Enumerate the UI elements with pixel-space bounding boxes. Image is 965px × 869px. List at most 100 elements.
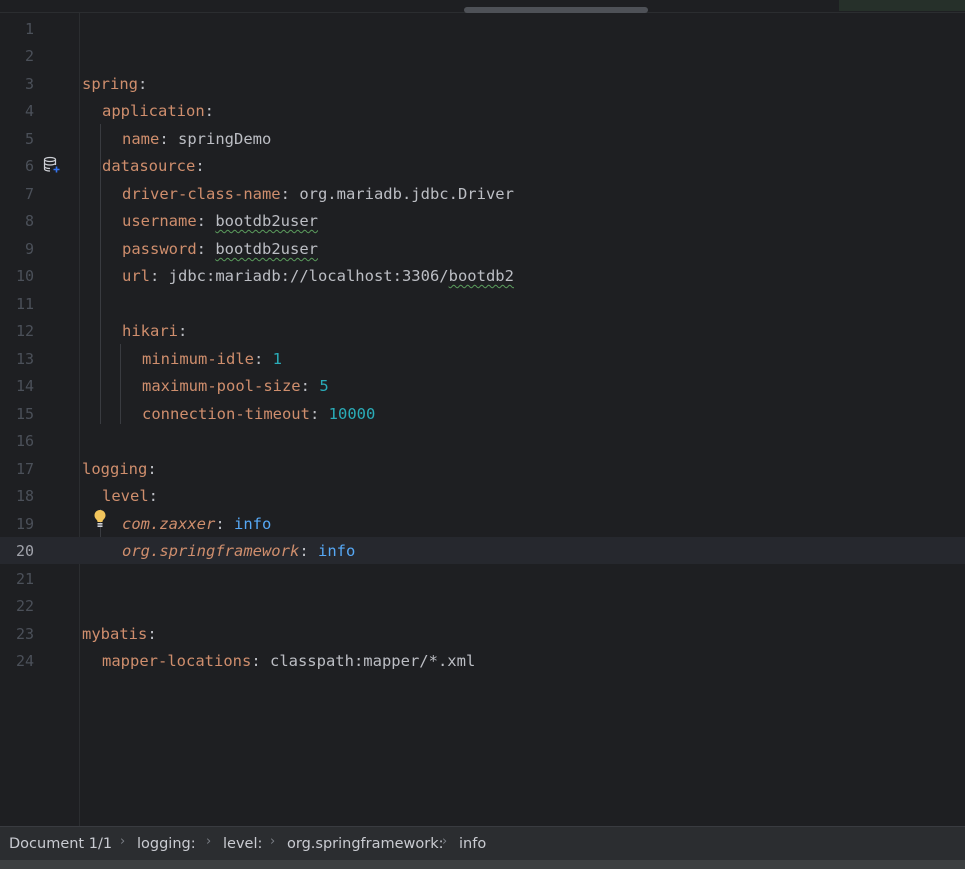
yaml-key: hikari: [122, 322, 178, 340]
breadcrumb: Document 1/1 › logging: › level: › org.s…: [0, 826, 965, 861]
line-number: 1: [24, 20, 34, 38]
yaml-entry: url: jdbc:mariadb://localhost:3306/bootd…: [122, 266, 514, 286]
breadcrumb-logging[interactable]: logging:: [137, 836, 196, 852]
code-line-12[interactable]: 12 hikari:: [0, 317, 965, 344]
breadcrumb-separator-icon: ›: [206, 834, 212, 849]
line-number: 23: [15, 625, 34, 643]
line-number: 3: [24, 75, 34, 93]
yaml-value: jdbc:mariadb://localhost:3306/: [168, 267, 449, 285]
code-line-5[interactable]: 5 name: springDemo: [0, 125, 965, 152]
yaml-colon: :: [251, 652, 270, 670]
breadcrumb-springframework[interactable]: org.springframework:: [287, 836, 444, 852]
yaml-entry: connection-timeout: 10000: [142, 404, 375, 424]
yaml-number: 1: [272, 350, 282, 368]
yaml-key: logging: [82, 460, 148, 478]
line-number: 18: [15, 487, 34, 505]
line-number: 16: [15, 432, 34, 450]
yaml-colon: :: [150, 267, 169, 285]
yaml-value-typo: bootdb2: [448, 267, 514, 285]
breadcrumb-separator-icon: ›: [270, 834, 276, 849]
code-line-21[interactable]: 21: [0, 565, 965, 592]
yaml-entry: datasource:: [102, 156, 205, 176]
yaml-colon: :: [196, 240, 216, 258]
code-line-20-current[interactable]: 20 org.springframework: info: [0, 537, 965, 564]
yaml-colon: :: [138, 75, 148, 93]
yaml-colon: :: [300, 377, 320, 395]
code-line-6[interactable]: 6 datasource:: [0, 152, 965, 179]
code-line-10[interactable]: 10 url: jdbc:mariadb://localhost:3306/bo…: [0, 262, 965, 289]
code-line-23[interactable]: 23 mybatis:: [0, 620, 965, 647]
code-line-7[interactable]: 7 driver-class-name: org.mariadb.jdbc.Dr…: [0, 180, 965, 207]
code-line-3[interactable]: 3 spring:: [0, 70, 965, 97]
yaml-entry: password: bootdb2user: [122, 239, 318, 259]
yaml-value: info: [234, 515, 272, 533]
line-number: 9: [24, 240, 34, 258]
yaml-entry: mybatis:: [82, 624, 157, 644]
code-line-17[interactable]: 17 logging:: [0, 455, 965, 482]
code-line-2[interactable]: 2: [0, 42, 965, 69]
breadcrumb-info[interactable]: info: [459, 836, 486, 852]
line-number: 15: [15, 405, 34, 423]
breadcrumb-separator-icon: ›: [120, 834, 126, 849]
yaml-entry: maximum-pool-size: 5: [142, 376, 329, 396]
bottom-edge: [0, 860, 965, 869]
code-line-14[interactable]: 14 maximum-pool-size: 5: [0, 372, 965, 399]
scroll-marker: [839, 0, 965, 11]
code-line-22[interactable]: 22: [0, 592, 965, 619]
yaml-colon: :: [147, 625, 157, 643]
yaml-colon: :: [195, 157, 205, 175]
yaml-entry: mapper-locations: classpath:mapper/*.xml: [102, 651, 475, 671]
yaml-colon: :: [178, 322, 188, 340]
code-line-13[interactable]: 13 minimum-idle: 1: [0, 345, 965, 372]
code-line-15[interactable]: 15 connection-timeout: 10000: [0, 400, 965, 427]
code-line-19[interactable]: 19 com.zaxxer: info: [0, 510, 965, 537]
line-number: 10: [15, 267, 34, 285]
breadcrumb-level[interactable]: level:: [223, 836, 262, 852]
yaml-value: springDemo: [178, 130, 272, 148]
code-line-4[interactable]: 4 application:: [0, 97, 965, 124]
yaml-value: classpath:mapper/*.xml: [269, 652, 476, 670]
yaml-entry: logging:: [82, 459, 157, 479]
code-line-24[interactable]: 24 mapper-locations: classpath:mapper/*.…: [0, 647, 965, 674]
yaml-key: mybatis: [82, 625, 148, 643]
line-number: 8: [24, 212, 34, 230]
horizontal-scrollbar-thumb[interactable]: [464, 7, 648, 13]
code-line-9[interactable]: 9 password: bootdb2user: [0, 235, 965, 262]
code-line-18[interactable]: 18 level:: [0, 482, 965, 509]
code-line-16[interactable]: 16: [0, 427, 965, 454]
yaml-entry: application:: [102, 101, 214, 121]
line-number: 2: [24, 47, 34, 65]
line-number: 11: [15, 295, 34, 313]
line-number: 19: [15, 515, 34, 533]
yaml-value: org.mariadb.jdbc.Driver: [299, 185, 514, 203]
yaml-colon: :: [159, 130, 178, 148]
yaml-key: com.zaxxer: [122, 515, 216, 533]
yaml-key: spring: [82, 75, 138, 93]
yaml-key: mapper-locations: [102, 652, 252, 670]
yaml-colon: :: [215, 515, 234, 533]
yaml-entry: org.springframework: info: [122, 541, 355, 561]
database-icon[interactable]: [43, 156, 61, 174]
yaml-colon: :: [299, 542, 318, 560]
yaml-entry: spring:: [82, 74, 147, 94]
yaml-key: password: [122, 240, 197, 258]
code-line-8[interactable]: 8 username: bootdb2user: [0, 207, 965, 234]
code-line-1[interactable]: 1: [0, 15, 965, 42]
yaml-colon: :: [309, 405, 329, 423]
code-editor[interactable]: 1 2 3 spring: 4 application: 5 name: spr…: [0, 0, 965, 826]
yaml-key: name: [122, 130, 160, 148]
yaml-colon: :: [148, 487, 159, 505]
yaml-number: 5: [319, 377, 329, 395]
breadcrumb-document[interactable]: Document 1/1: [9, 836, 112, 852]
yaml-colon: :: [204, 102, 214, 120]
lightbulb-icon[interactable]: [92, 509, 108, 529]
yaml-key: maximum-pool-size: [142, 377, 301, 395]
yaml-key: application: [102, 102, 205, 120]
code-line-11[interactable]: 11: [0, 290, 965, 317]
line-number: 14: [15, 377, 34, 395]
yaml-number: 10000: [328, 405, 376, 423]
yaml-key: driver-class-name: [122, 185, 281, 203]
yaml-value: info: [317, 542, 356, 560]
yaml-key: url: [122, 267, 150, 285]
line-number: 20: [15, 542, 34, 560]
